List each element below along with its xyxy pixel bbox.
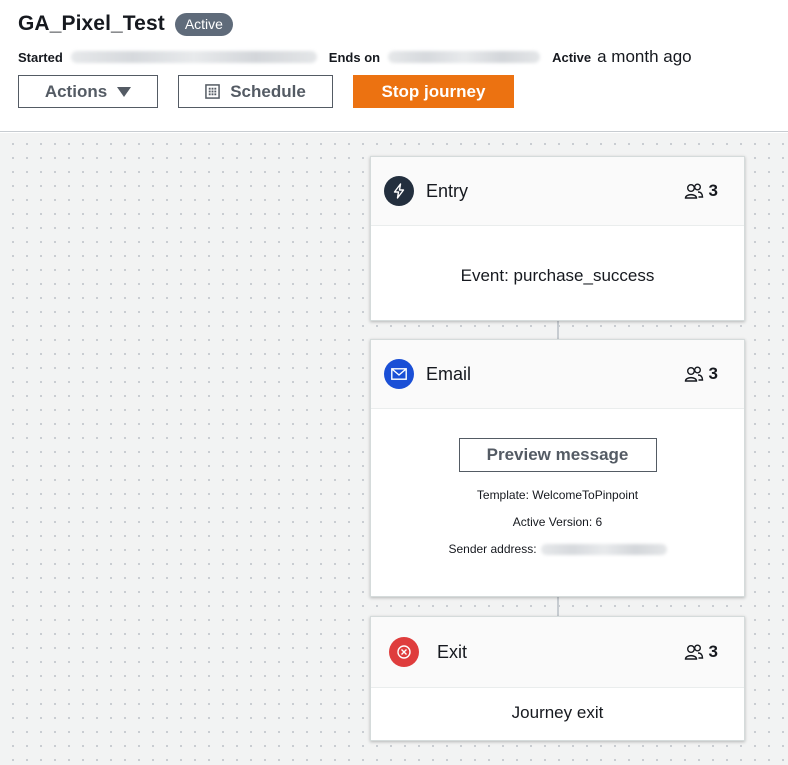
email-node-title: Email [426, 363, 472, 384]
email-participant-count: 3 [684, 364, 718, 384]
email-template: Template: WelcomeToPinpoint [476, 488, 639, 502]
exit-node-title: Exit [437, 641, 468, 662]
entry-event-description: Event: purchase_success [460, 266, 655, 285]
actions-button[interactable]: Actions [18, 75, 158, 108]
preview-button-wrap: Preview message [371, 409, 744, 472]
exit-node[interactable]: Exit 3 Journey exit [370, 616, 745, 741]
sender-address-redacted [540, 543, 667, 555]
started-value-redacted [70, 51, 317, 63]
connector-line [557, 320, 559, 340]
calendar-icon [205, 84, 221, 99]
journey-header: GA_Pixel_Test Active Started Ends on Act… [0, 0, 788, 132]
lightning-icon [384, 176, 414, 206]
ends-on-value-redacted [388, 51, 541, 63]
schedule-button[interactable]: Schedule [178, 75, 333, 108]
actions-label: Actions [44, 81, 108, 101]
envelope-icon [384, 359, 414, 389]
entry-node[interactable]: Entry 3 Event: purchase_success [370, 156, 745, 321]
entry-node-title: Entry [426, 180, 469, 201]
people-icon [684, 644, 703, 660]
journey-meta: Started Ends on Active a month ago [18, 46, 692, 68]
page-title: GA_Pixel_Test [18, 12, 165, 35]
exit-count-value: 3 [708, 642, 718, 661]
entry-node-header: Entry 3 [371, 157, 744, 226]
stop-journey-label: Stop journey [381, 81, 486, 101]
email-node[interactable]: Email 3 Preview message Template: Welcom… [370, 339, 745, 597]
exit-node-body: Journey exit [371, 688, 744, 740]
entry-node-body: Event: purchase_success [371, 226, 744, 320]
caret-down-icon [117, 86, 132, 97]
status-badge: Active [174, 12, 233, 36]
connector-line [557, 596, 559, 616]
entry-count-value: 3 [708, 181, 718, 200]
email-active-version: Active Version: 6 [512, 515, 603, 529]
stop-journey-button[interactable]: Stop journey [353, 75, 514, 108]
close-circle-icon [389, 637, 419, 667]
exit-node-header: Exit 3 [371, 617, 744, 688]
exit-participant-count: 3 [684, 642, 718, 662]
sender-address-label: Sender address: [448, 542, 537, 556]
preview-message-button[interactable]: Preview message [458, 438, 657, 472]
exit-description: Journey exit [511, 703, 604, 722]
schedule-label: Schedule [230, 81, 306, 101]
email-node-header: Email 3 [371, 340, 744, 409]
entry-participant-count: 3 [684, 181, 718, 201]
people-icon [684, 366, 703, 382]
active-duration: a month ago [597, 47, 692, 66]
email-sender-address: Sender address: [371, 542, 744, 556]
ends-on-label: Ends on [328, 49, 381, 65]
email-node-body: Preview message Template: WelcomeToPinpo… [371, 409, 744, 597]
people-icon [684, 183, 703, 199]
active-label: Active [552, 49, 592, 65]
started-label: Started [18, 49, 63, 65]
title-row: GA_Pixel_Test Active [18, 12, 233, 36]
email-count-value: 3 [708, 364, 718, 383]
